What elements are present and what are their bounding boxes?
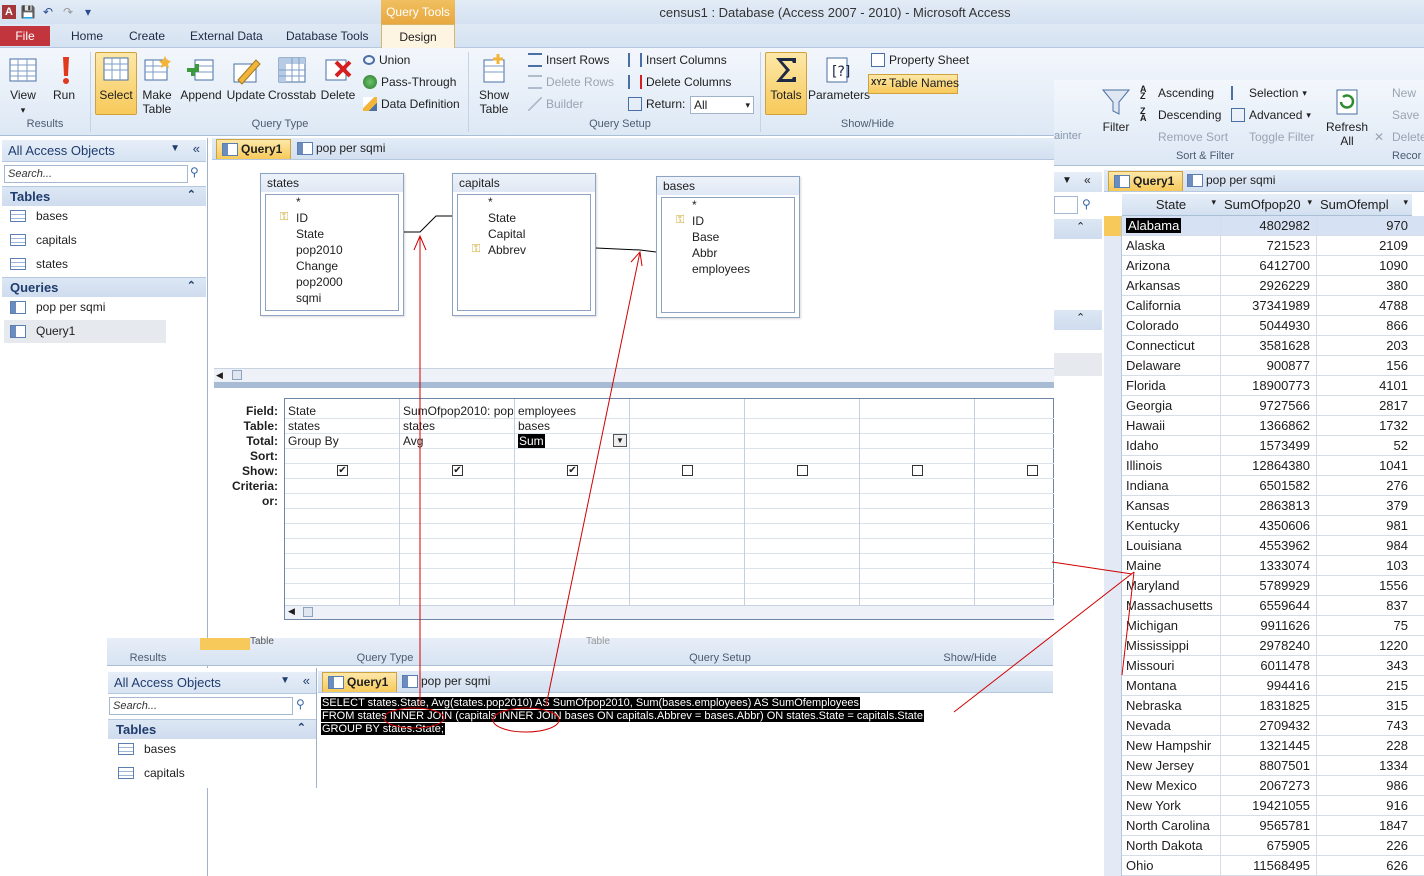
annotation-arrowhead-2 bbox=[630, 250, 643, 267]
annotation-circle-inner-join-2 bbox=[492, 707, 560, 733]
annotation-arrow-2 bbox=[545, 251, 641, 707]
annotation-circle-inner-join-1 bbox=[383, 707, 445, 729]
annotation-line-4 bbox=[1051, 561, 1133, 575]
red-annotation-overlay bbox=[383, 234, 1135, 733]
annotation-line-5 bbox=[1121, 571, 1135, 676]
annotation-arrow-3 bbox=[953, 571, 1135, 713]
